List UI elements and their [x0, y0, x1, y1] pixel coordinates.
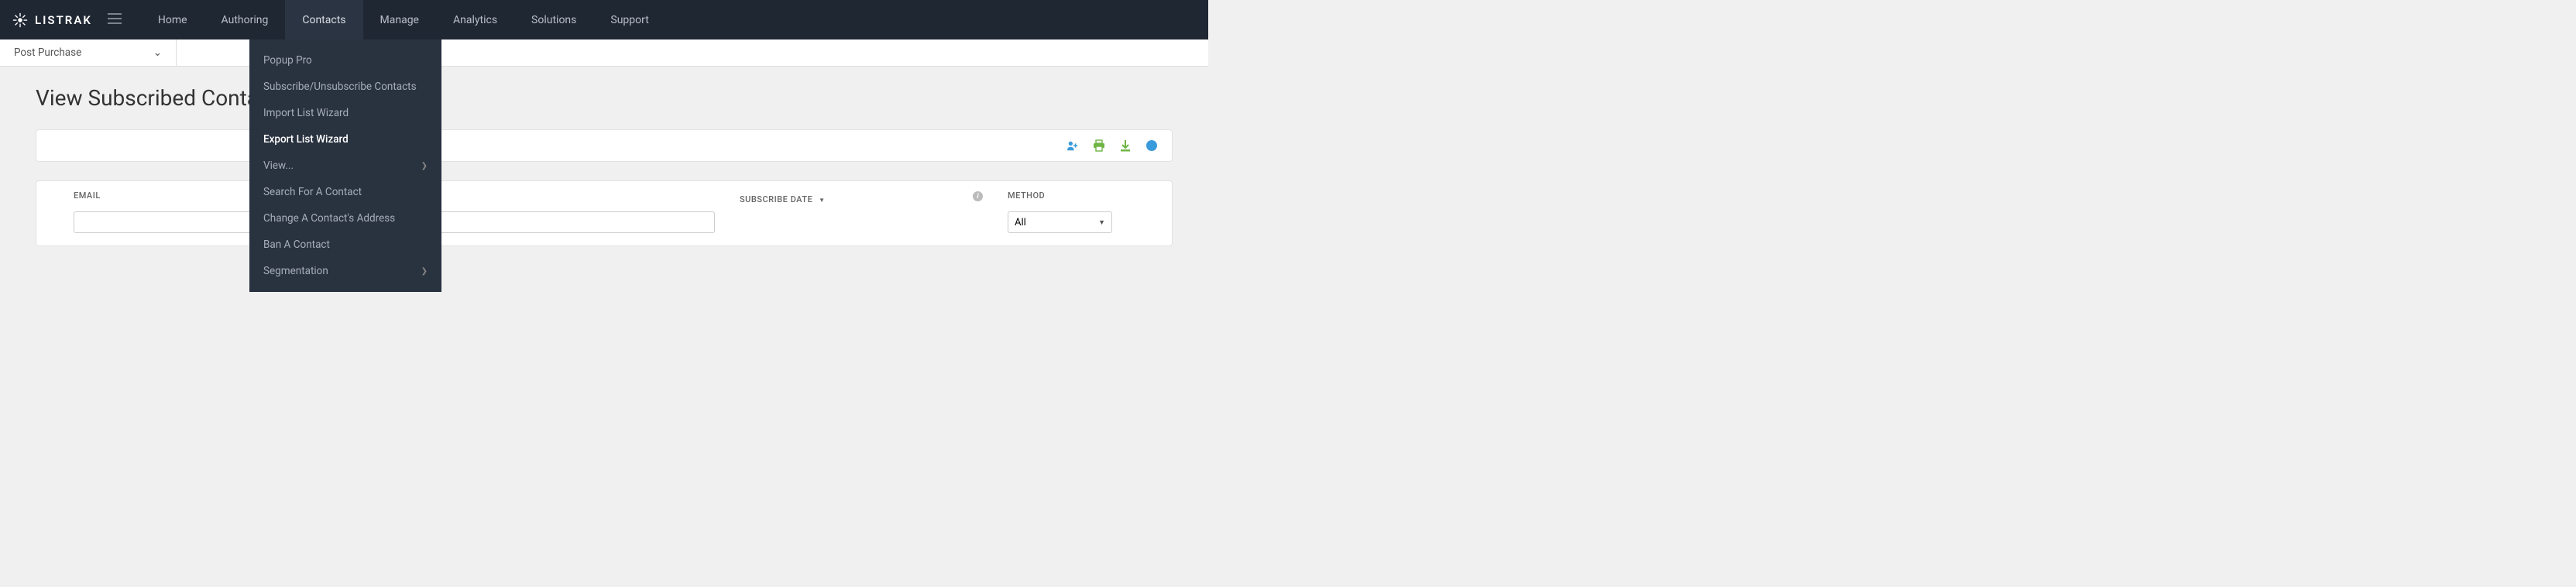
chevron-right-icon: ❯ [421, 267, 428, 276]
brand-text: LISTRAK [35, 13, 92, 27]
content-area: View Subscribed Contacts EMAIL SUBSCRIBE… [0, 67, 1208, 265]
table-card: EMAIL SUBSCRIBE DATE ▼ i METHOD All ▼ [36, 180, 1173, 246]
method-column: METHOD All ▼ [995, 181, 1139, 245]
dd-search-contact[interactable]: Search For A Contact [249, 179, 441, 205]
list-selector-value: Post Purchase [14, 46, 81, 59]
top-nav: LISTRAK Home Authoring Contacts Manage A… [0, 0, 1208, 39]
brand-icon [12, 12, 29, 29]
nav-analytics[interactable]: Analytics [436, 0, 514, 39]
method-filter-value: All [1015, 217, 1026, 228]
menu-toggle-icon[interactable] [108, 12, 122, 27]
table-header-row: EMAIL SUBSCRIBE DATE ▼ i METHOD All ▼ [36, 181, 1172, 245]
toolbar-card [36, 129, 1173, 162]
subscribe-date-column: SUBSCRIBE DATE ▼ i [727, 181, 995, 245]
chevron-right-icon: ❯ [421, 162, 428, 170]
dd-change-address[interactable]: Change A Contact's Address [249, 205, 441, 232]
select-caret-icon: ▼ [1098, 218, 1105, 227]
select-all-column [36, 181, 61, 245]
method-filter-select[interactable]: All ▼ [1008, 211, 1112, 233]
nav-solutions[interactable]: Solutions [514, 0, 593, 39]
info-icon[interactable] [1145, 139, 1158, 152]
contacts-dropdown: Popup Pro Subscribe/Unsubscribe Contacts… [249, 39, 441, 292]
subscribe-date-info-icon[interactable]: i [973, 191, 983, 201]
method-header[interactable]: METHOD [1008, 191, 1127, 201]
download-icon[interactable] [1119, 139, 1132, 152]
dd-segmentation[interactable]: Segmentation❯ [249, 258, 441, 284]
dd-view[interactable]: View...❯ [249, 153, 441, 179]
chevron-down-icon: ⌄ [153, 46, 162, 59]
nav-home[interactable]: Home [141, 0, 204, 39]
dd-ban-contact[interactable]: Ban A Contact [249, 232, 441, 258]
dd-import-list-wizard[interactable]: Import List Wizard [249, 100, 441, 126]
list-selector[interactable]: Post Purchase ⌄ [0, 39, 177, 66]
brand-logo[interactable]: LISTRAK [12, 12, 92, 29]
dd-export-list-wizard[interactable]: Export List Wizard [249, 126, 441, 153]
nav-contacts[interactable]: Contacts [285, 0, 362, 39]
nav-authoring[interactable]: Authoring [204, 0, 286, 39]
nav-items: Home Authoring Contacts Manage Analytics… [141, 0, 666, 39]
print-icon[interactable] [1093, 139, 1105, 152]
nav-support[interactable]: Support [593, 0, 665, 39]
sort-desc-icon[interactable]: ▼ [819, 197, 825, 204]
subscribe-date-header[interactable]: SUBSCRIBE DATE [740, 194, 812, 204]
page-title: View Subscribed Contacts [36, 85, 1173, 111]
nav-manage[interactable]: Manage [363, 0, 436, 39]
dd-subscribe-unsubscribe[interactable]: Subscribe/Unsubscribe Contacts [249, 74, 441, 100]
add-contact-icon[interactable] [1066, 139, 1079, 152]
dd-popup-pro[interactable]: Popup Pro [249, 47, 441, 74]
sub-bar: Post Purchase ⌄ [0, 39, 1208, 67]
